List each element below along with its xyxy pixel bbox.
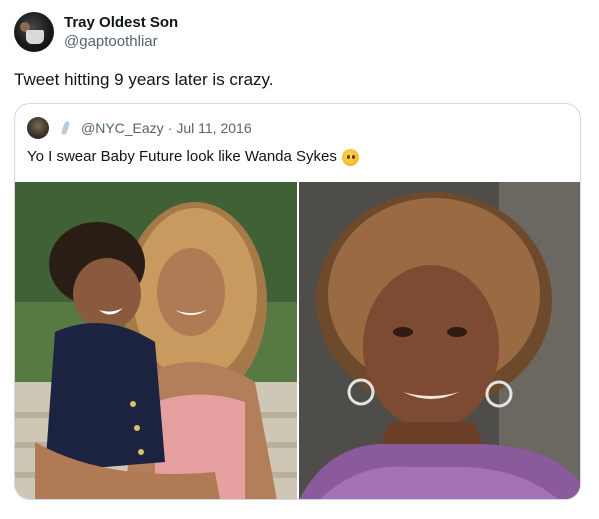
photo-left-illustration [15, 182, 297, 499]
author-avatar[interactable] [14, 12, 54, 52]
avatar-cup-shape [26, 30, 44, 44]
photo-left-child-jacket [45, 323, 165, 472]
photo-right-eye [393, 327, 413, 337]
quoted-tweet-card[interactable]: @NYC_Eazy · Jul 11, 2016 Yo I swear Baby… [14, 103, 581, 500]
photo-left-jacket-button [130, 401, 136, 407]
quoted-tweet-text-row: Yo I swear Baby Future look like Wanda S… [27, 147, 359, 167]
photo-left-child-face [73, 258, 141, 330]
author-names: Tray Oldest Son @gaptoothliar [64, 13, 178, 51]
author-display-name[interactable]: Tray Oldest Son [64, 13, 178, 32]
quoted-tweet-header: @NYC_Eazy · Jul 11, 2016 [27, 117, 252, 139]
photo-left-jacket-button [134, 425, 140, 431]
photo-right-face [363, 265, 499, 429]
photo-right-illustration [299, 182, 580, 499]
quoted-author-avatar[interactable] [27, 117, 49, 139]
photo-left-jacket-button [138, 449, 144, 455]
quoted-tweet-date[interactable]: Jul 11, 2016 [176, 120, 251, 136]
meta-separator: · [167, 120, 173, 136]
tweet-header: Tray Oldest Son @gaptoothliar [14, 12, 178, 52]
quoted-tweet-media [15, 182, 580, 499]
author-handle[interactable]: @gaptoothliar [64, 32, 178, 51]
quoted-tweet-text: Yo I swear Baby Future look like Wanda S… [27, 148, 337, 165]
tweet-text: Tweet hitting 9 years later is crazy. [14, 70, 274, 89]
photo-left-woman-face [157, 248, 225, 336]
photo-woman-holding-child[interactable] [15, 182, 297, 499]
quoted-author-handle[interactable]: @NYC_Eazy [81, 120, 164, 136]
photo-woman-curly-hair[interactable] [299, 182, 580, 499]
thinking-face-emoji-icon [341, 148, 359, 166]
photo-right-eye [447, 327, 467, 337]
emoji-icon [59, 119, 73, 137]
